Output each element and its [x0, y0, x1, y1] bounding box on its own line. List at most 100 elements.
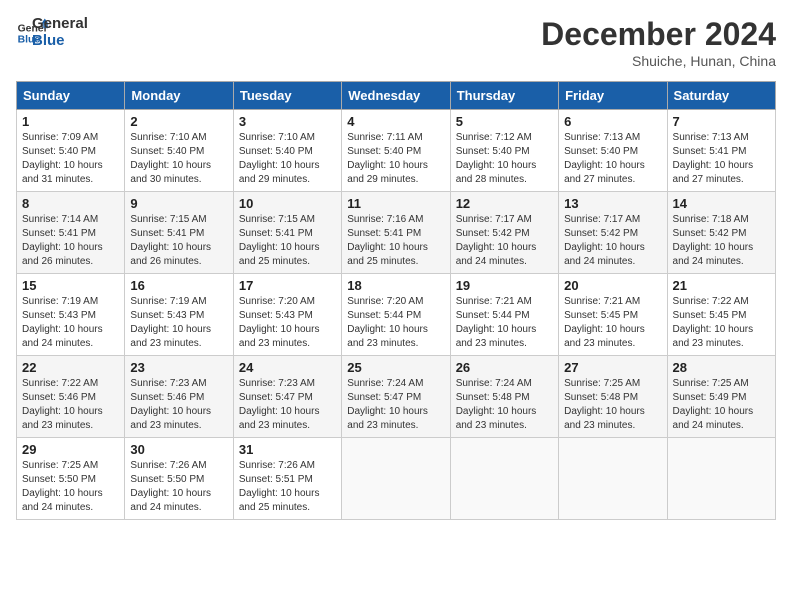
calendar-cell: 10 Sunrise: 7:15 AM Sunset: 5:41 PM Dayli…	[233, 192, 341, 274]
calendar-cell: 17 Sunrise: 7:20 AM Sunset: 5:43 PM Dayli…	[233, 274, 341, 356]
calendar-cell: 25 Sunrise: 7:24 AM Sunset: 5:47 PM Dayli…	[342, 356, 450, 438]
calendar-header-row: SundayMondayTuesdayWednesdayThursdayFrid…	[17, 82, 776, 110]
calendar-cell	[342, 438, 450, 520]
day-info: Sunrise: 7:15 AM Sunset: 5:41 PM Dayligh…	[130, 213, 227, 269]
day-info: Sunrise: 7:22 AM Sunset: 5:45 PM Dayligh…	[673, 295, 770, 351]
day-info: Sunrise: 7:22 AM Sunset: 5:46 PM Dayligh…	[22, 377, 119, 433]
col-header-saturday: Saturday	[667, 82, 775, 110]
day-info: Sunrise: 7:14 AM Sunset: 5:41 PM Dayligh…	[22, 213, 119, 269]
page-header: General Blue General Blue December 2024 …	[16, 16, 776, 69]
calendar-cell: 8 Sunrise: 7:14 AM Sunset: 5:41 PM Daylig…	[17, 192, 125, 274]
day-number: 18	[347, 278, 444, 293]
day-number: 30	[130, 442, 227, 457]
day-info: Sunrise: 7:21 AM Sunset: 5:45 PM Dayligh…	[564, 295, 661, 351]
day-info: Sunrise: 7:19 AM Sunset: 5:43 PM Dayligh…	[130, 295, 227, 351]
day-info: Sunrise: 7:12 AM Sunset: 5:40 PM Dayligh…	[456, 131, 553, 187]
day-number: 2	[130, 114, 227, 129]
calendar-week-row: 29 Sunrise: 7:25 AM Sunset: 5:50 PM Dayli…	[17, 438, 776, 520]
day-number: 7	[673, 114, 770, 129]
day-number: 16	[130, 278, 227, 293]
day-info: Sunrise: 7:23 AM Sunset: 5:46 PM Dayligh…	[130, 377, 227, 433]
day-number: 10	[239, 196, 336, 211]
day-number: 17	[239, 278, 336, 293]
day-number: 27	[564, 360, 661, 375]
calendar-cell: 1 Sunrise: 7:09 AM Sunset: 5:40 PM Daylig…	[17, 110, 125, 192]
calendar-cell: 24Sunrise: 7:23 AM Sunset: 5:47 PM Dayli…	[233, 356, 341, 438]
day-number: 29	[22, 442, 119, 457]
day-info: Sunrise: 7:17 AM Sunset: 5:42 PM Dayligh…	[456, 213, 553, 269]
calendar-table: SundayMondayTuesdayWednesdayThursdayFrid…	[16, 81, 776, 520]
day-info: Sunrise: 7:25 AM Sunset: 5:50 PM Dayligh…	[22, 459, 119, 515]
col-header-sunday: Sunday	[17, 82, 125, 110]
day-info: Sunrise: 7:18 AM Sunset: 5:42 PM Dayligh…	[673, 213, 770, 269]
day-number: 8	[22, 196, 119, 211]
day-info: Sunrise: 7:10 AM Sunset: 5:40 PM Dayligh…	[130, 131, 227, 187]
day-number: 15	[22, 278, 119, 293]
calendar-cell: 16 Sunrise: 7:19 AM Sunset: 5:43 PM Dayli…	[125, 274, 233, 356]
day-number: 5	[456, 114, 553, 129]
day-info: Sunrise: 7:15 AM Sunset: 5:41 PM Dayligh…	[239, 213, 336, 269]
calendar-cell	[559, 438, 667, 520]
calendar-cell: 21 Sunrise: 7:22 AM Sunset: 5:45 PM Dayli…	[667, 274, 775, 356]
day-number: 22	[22, 360, 119, 375]
day-number: 9	[130, 196, 227, 211]
logo-blue: Blue	[32, 33, 88, 50]
calendar-cell: 15 Sunrise: 7:19 AM Sunset: 5:43 PM Dayli…	[17, 274, 125, 356]
calendar-cell: 22 Sunrise: 7:22 AM Sunset: 5:46 PM Dayli…	[17, 356, 125, 438]
calendar-week-row: 1 Sunrise: 7:09 AM Sunset: 5:40 PM Daylig…	[17, 110, 776, 192]
day-info: Sunrise: 7:20 AM Sunset: 5:43 PM Dayligh…	[239, 295, 336, 351]
col-header-monday: Monday	[125, 82, 233, 110]
location: Shuiche, Hunan, China	[541, 53, 776, 69]
day-info: Sunrise: 7:10 AM Sunset: 5:40 PM Dayligh…	[239, 131, 336, 187]
calendar-cell: 13 Sunrise: 7:17 AM Sunset: 5:42 PM Dayli…	[559, 192, 667, 274]
day-info: Sunrise: 7:17 AM Sunset: 5:42 PM Dayligh…	[564, 213, 661, 269]
day-number: 23	[130, 360, 227, 375]
day-info: Sunrise: 7:13 AM Sunset: 5:41 PM Dayligh…	[673, 131, 770, 187]
day-info: Sunrise: 7:24 AM Sunset: 5:47 PM Dayligh…	[347, 377, 444, 433]
calendar-cell: 9 Sunrise: 7:15 AM Sunset: 5:41 PM Daylig…	[125, 192, 233, 274]
calendar-cell: 23 Sunrise: 7:23 AM Sunset: 5:46 PM Dayli…	[125, 356, 233, 438]
day-number: 4	[347, 114, 444, 129]
day-number: 12	[456, 196, 553, 211]
calendar-cell: 28 Sunrise: 7:25 AM Sunset: 5:49 PM Dayli…	[667, 356, 775, 438]
calendar-cell: 7 Sunrise: 7:13 AM Sunset: 5:41 PM Daylig…	[667, 110, 775, 192]
calendar-cell: 12 Sunrise: 7:17 AM Sunset: 5:42 PM Dayli…	[450, 192, 558, 274]
col-header-wednesday: Wednesday	[342, 82, 450, 110]
day-info: Sunrise: 7:20 AM Sunset: 5:44 PM Dayligh…	[347, 295, 444, 351]
day-number: 6	[564, 114, 661, 129]
logo-general: General	[32, 16, 88, 33]
day-number: 13	[564, 196, 661, 211]
calendar-cell: 11Sunrise: 7:16 AM Sunset: 5:41 PM Dayli…	[342, 192, 450, 274]
day-info: Sunrise: 7:24 AM Sunset: 5:48 PM Dayligh…	[456, 377, 553, 433]
calendar-cell	[450, 438, 558, 520]
col-header-tuesday: Tuesday	[233, 82, 341, 110]
calendar-cell: 6 Sunrise: 7:13 AM Sunset: 5:40 PM Daylig…	[559, 110, 667, 192]
day-info: Sunrise: 7:13 AM Sunset: 5:40 PM Dayligh…	[564, 131, 661, 187]
day-info: Sunrise: 7:09 AM Sunset: 5:40 PM Dayligh…	[22, 131, 119, 187]
day-info: Sunrise: 7:19 AM Sunset: 5:43 PM Dayligh…	[22, 295, 119, 351]
calendar-week-row: 22 Sunrise: 7:22 AM Sunset: 5:46 PM Dayli…	[17, 356, 776, 438]
month-title: December 2024	[541, 16, 776, 53]
col-header-thursday: Thursday	[450, 82, 558, 110]
calendar-cell: 5 Sunrise: 7:12 AM Sunset: 5:40 PM Daylig…	[450, 110, 558, 192]
calendar-cell: 18 Sunrise: 7:20 AM Sunset: 5:44 PM Dayli…	[342, 274, 450, 356]
day-info: Sunrise: 7:23 AM Sunset: 5:47 PM Dayligh…	[239, 377, 336, 433]
calendar-cell: 4Sunrise: 7:11 AM Sunset: 5:40 PM Daylig…	[342, 110, 450, 192]
day-number: 26	[456, 360, 553, 375]
day-number: 20	[564, 278, 661, 293]
day-number: 3	[239, 114, 336, 129]
calendar-cell: 20 Sunrise: 7:21 AM Sunset: 5:45 PM Dayli…	[559, 274, 667, 356]
day-number: 28	[673, 360, 770, 375]
day-number: 21	[673, 278, 770, 293]
day-number: 14	[673, 196, 770, 211]
calendar-week-row: 15 Sunrise: 7:19 AM Sunset: 5:43 PM Dayli…	[17, 274, 776, 356]
col-header-friday: Friday	[559, 82, 667, 110]
day-number: 31	[239, 442, 336, 457]
calendar-cell: 29 Sunrise: 7:25 AM Sunset: 5:50 PM Dayli…	[17, 438, 125, 520]
day-number: 1	[22, 114, 119, 129]
calendar-cell: 27Sunrise: 7:25 AM Sunset: 5:48 PM Dayli…	[559, 356, 667, 438]
day-info: Sunrise: 7:25 AM Sunset: 5:49 PM Dayligh…	[673, 377, 770, 433]
calendar-cell	[667, 438, 775, 520]
day-info: Sunrise: 7:26 AM Sunset: 5:50 PM Dayligh…	[130, 459, 227, 515]
day-number: 25	[347, 360, 444, 375]
